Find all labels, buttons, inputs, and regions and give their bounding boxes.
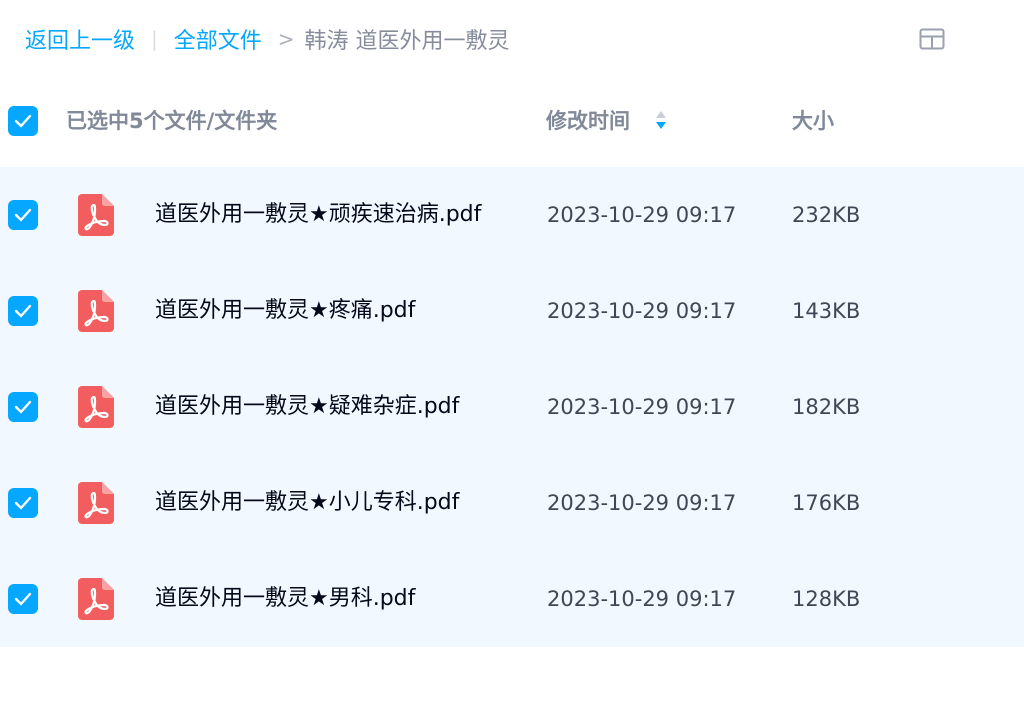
pdf-icon <box>78 482 114 524</box>
check-icon <box>14 592 32 606</box>
file-size: 176KB <box>792 491 861 515</box>
pdf-icon <box>78 194 114 236</box>
file-list: 道医外用一敷灵★顽疾速治病.pdf 2023-10-29 09:17 232KB… <box>0 167 1024 647</box>
file-row[interactable]: 道医外用一敷灵★男科.pdf 2023-10-29 09:17 128KB <box>0 551 1024 647</box>
file-modified-time: 2023-10-29 09:17 <box>547 491 737 515</box>
pdf-icon <box>78 290 114 332</box>
selection-count-label: 已选中5个文件/文件夹 <box>66 109 278 133</box>
check-icon <box>14 304 32 318</box>
file-size: 128KB <box>792 587 861 611</box>
select-all-checkbox[interactable] <box>8 106 38 136</box>
file-size: 182KB <box>792 395 861 419</box>
row-checkbox[interactable] <box>8 488 38 518</box>
row-checkbox[interactable] <box>8 200 38 230</box>
row-checkbox[interactable] <box>8 584 38 614</box>
file-row[interactable]: 道医外用一敷灵★疼痛.pdf 2023-10-29 09:17 143KB <box>0 263 1024 359</box>
pdf-icon <box>78 578 114 620</box>
check-icon <box>14 400 32 414</box>
check-icon <box>14 208 32 222</box>
file-name[interactable]: 道医外用一敷灵★小儿专科.pdf <box>155 487 459 519</box>
current-folder: 韩涛 道医外用一敷灵 <box>304 29 510 54</box>
table-header: 已选中5个文件/文件夹 修改时间 大小 <box>0 95 1024 147</box>
file-size: 232KB <box>792 203 861 227</box>
row-checkbox[interactable] <box>8 392 38 422</box>
size-header: 大小 <box>792 109 834 133</box>
sort-icon[interactable] <box>654 108 668 132</box>
file-size: 143KB <box>792 299 861 323</box>
breadcrumb: 返回上一级 | 全部文件 > 韩涛 道医外用一敷灵 <box>25 22 510 56</box>
file-row[interactable]: 道医外用一敷灵★小儿专科.pdf 2023-10-29 09:17 176KB <box>0 455 1024 551</box>
modified-time-header[interactable]: 修改时间 <box>546 106 630 136</box>
file-modified-time: 2023-10-29 09:17 <box>547 587 737 611</box>
file-name[interactable]: 道医外用一敷灵★疑难杂症.pdf <box>155 391 459 423</box>
file-name[interactable]: 道医外用一敷灵★疼痛.pdf <box>155 295 415 327</box>
file-row[interactable]: 道医外用一敷灵★顽疾速治病.pdf 2023-10-29 09:17 232KB <box>0 167 1024 263</box>
all-files-link[interactable]: 全部文件 <box>174 23 262 55</box>
breadcrumb-separator: > <box>277 27 295 51</box>
file-row[interactable]: 道医外用一敷灵★疑难杂症.pdf 2023-10-29 09:17 182KB <box>0 359 1024 455</box>
view-toggle-button[interactable] <box>918 27 946 51</box>
file-modified-time: 2023-10-29 09:17 <box>547 395 737 419</box>
check-icon <box>14 496 32 510</box>
back-link[interactable]: 返回上一级 <box>25 23 135 55</box>
grid-view-icon <box>919 28 945 50</box>
file-name[interactable]: 道医外用一敷灵★顽疾速治病.pdf <box>155 199 481 231</box>
file-modified-time: 2023-10-29 09:17 <box>547 299 737 323</box>
pdf-icon <box>78 386 114 428</box>
file-modified-time: 2023-10-29 09:17 <box>547 203 737 227</box>
breadcrumb-divider: | <box>151 27 158 51</box>
check-icon <box>14 114 32 128</box>
file-name[interactable]: 道医外用一敷灵★男科.pdf <box>155 583 415 615</box>
row-checkbox[interactable] <box>8 296 38 326</box>
